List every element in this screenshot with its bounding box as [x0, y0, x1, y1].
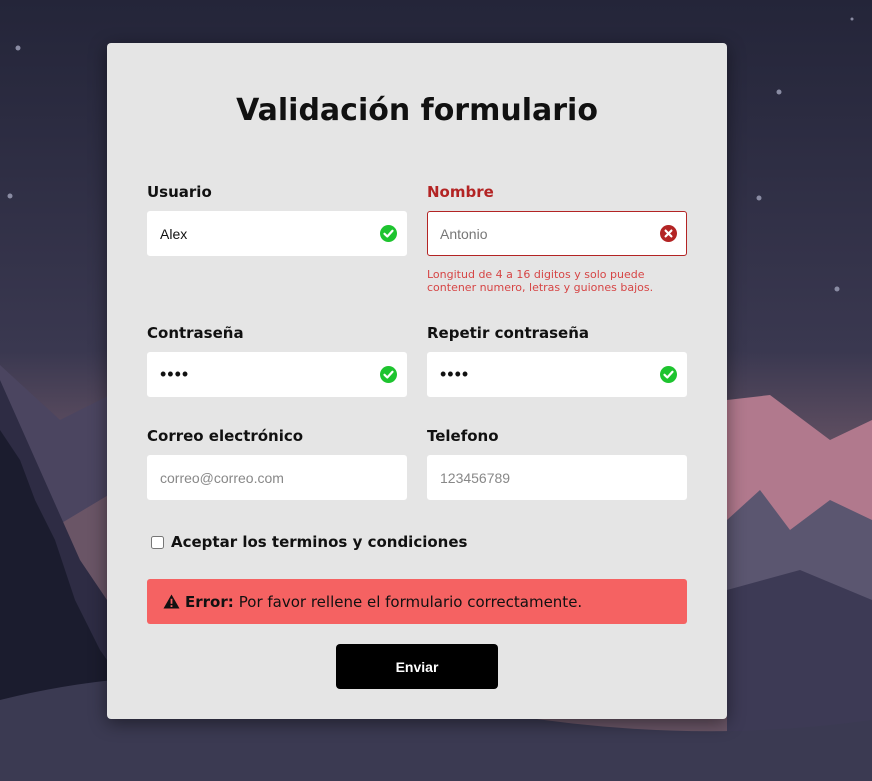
correo-field [147, 455, 407, 500]
usuario-label: Usuario [147, 183, 212, 201]
nombre-error-message: Longitud de 4 a 16 digitos y solo puede … [427, 268, 654, 294]
nombre-input[interactable] [428, 212, 660, 255]
password2-input[interactable] [428, 353, 660, 396]
usuario-field [147, 211, 407, 256]
warning-triangle-icon [163, 594, 180, 609]
password-input[interactable] [148, 353, 380, 396]
nombre-label: Nombre [427, 183, 494, 201]
check-circle-icon [380, 225, 397, 242]
telefono-field [427, 455, 687, 500]
page-title: Validación formulario [236, 93, 598, 128]
x-circle-icon [660, 225, 677, 242]
correo-label: Correo electrónico [147, 427, 304, 445]
terms-checkbox[interactable] [151, 535, 164, 549]
alert-prefix: Error: [185, 592, 234, 611]
password-field [147, 352, 407, 397]
telefono-label: Telefono [427, 427, 499, 445]
submit-button[interactable]: Enviar [336, 644, 498, 689]
telefono-input[interactable] [428, 456, 660, 499]
password2-label: Repetir contraseña [427, 324, 590, 342]
password2-field [427, 352, 687, 397]
form-card: Validación formulario Usuario Nombre Lon… [107, 43, 727, 719]
check-circle-icon [660, 366, 677, 383]
correo-input[interactable] [148, 456, 380, 499]
terms-label: Aceptar los terminos y condiciones [171, 533, 468, 551]
terms-row[interactable]: Aceptar los terminos y condiciones [151, 532, 467, 552]
check-circle-icon [380, 366, 397, 383]
usuario-input[interactable] [148, 212, 380, 255]
error-alert: Error: Por favor rellene el formulario c… [147, 579, 687, 624]
nombre-field [427, 211, 687, 256]
password-label: Contraseña [147, 324, 244, 342]
alert-message: Por favor rellene el formulario correcta… [238, 592, 583, 611]
